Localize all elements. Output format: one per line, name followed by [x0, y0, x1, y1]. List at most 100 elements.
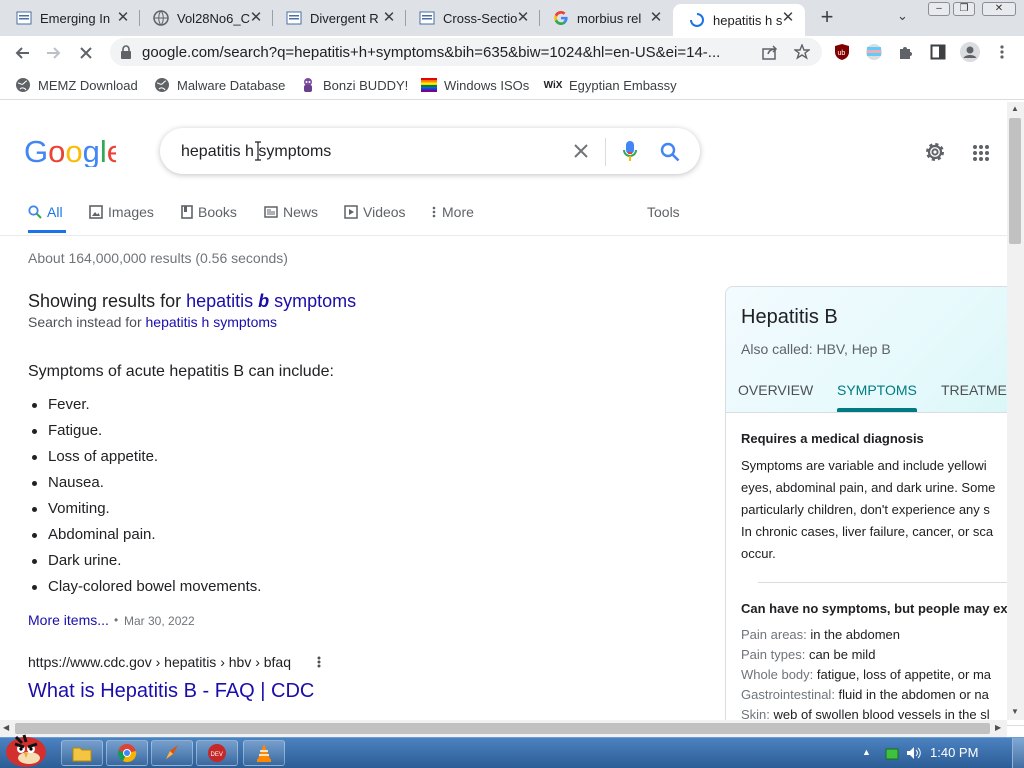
- minimize-button[interactable]: –: [928, 2, 950, 16]
- text-cursor-icon: [254, 141, 262, 161]
- symptom-list-item: Fatigue.: [31, 422, 103, 439]
- bookmark-label: Windows ISOs: [444, 77, 530, 93]
- window-close-button[interactable]: ✕: [982, 2, 1016, 16]
- folder-icon: [72, 747, 92, 762]
- close-icon[interactable]: ✕: [647, 9, 665, 27]
- tab-divergent[interactable]: Divergent R ✕: [270, 4, 406, 32]
- corrected-word1: hepatitis: [186, 291, 259, 311]
- taskbar-clock[interactable]: 1:40 PM: [930, 745, 978, 760]
- taskbar-vlc-button[interactable]: [243, 740, 285, 766]
- tab-books[interactable]: Books: [181, 204, 237, 220]
- tab-videos[interactable]: Videos: [344, 204, 406, 220]
- gorilla-icon: [300, 77, 316, 93]
- close-icon[interactable]: ✕: [114, 9, 132, 27]
- url-text[interactable]: google.com/search?q=hepatitis+h+symptoms…: [142, 44, 747, 61]
- document-icon: [16, 10, 32, 26]
- share-icon[interactable]: [760, 42, 780, 62]
- kp-tab-symptoms[interactable]: SYMPTOMS: [837, 382, 917, 398]
- browser-menu-icon[interactable]: [992, 42, 1012, 62]
- side-panel-icon[interactable]: [928, 42, 948, 62]
- close-icon[interactable]: ✕: [514, 9, 532, 27]
- back-arrow-icon[interactable]: [12, 43, 32, 63]
- extensions-puzzle-icon[interactable]: [896, 42, 916, 62]
- close-icon[interactable]: ✕: [779, 9, 797, 27]
- tab-search-chevron-icon[interactable]: ⌄: [897, 8, 913, 24]
- bookmark-star-icon[interactable]: [792, 42, 812, 62]
- result-title-link[interactable]: What is Hepatitis B - FAQ | CDC: [28, 680, 314, 703]
- more-items-link[interactable]: More items...: [28, 612, 109, 628]
- google-apps-grid-icon[interactable]: [972, 144, 990, 167]
- lock-icon[interactable]: [116, 42, 136, 62]
- forward-arrow-icon[interactable]: [44, 43, 64, 63]
- stop-loading-icon[interactable]: [76, 43, 96, 63]
- corrected-query-link[interactable]: hepatitis b symptoms: [186, 291, 356, 311]
- bookmark-bonzi-buddy[interactable]: Bonzi BUDDY!: [300, 76, 408, 94]
- kp-title: Hepatitis B: [741, 306, 838, 328]
- close-icon[interactable]: ✕: [247, 9, 265, 27]
- battery-icon[interactable]: [885, 747, 899, 765]
- search-instead: Search instead for hepatitis h symptoms: [28, 314, 277, 330]
- google-icon: [553, 10, 569, 26]
- kp-tab-overview[interactable]: OVERVIEW: [738, 382, 813, 398]
- extension-flag-icon[interactable]: [864, 42, 884, 62]
- book-icon: [181, 205, 193, 219]
- tab-news[interactable]: News: [264, 204, 318, 220]
- clear-search-icon[interactable]: [572, 142, 590, 165]
- tab-images[interactable]: Images: [89, 204, 154, 220]
- kp-no-symptoms-heading: Can have no symptoms, but people may ex: [741, 601, 1008, 616]
- new-tab-button[interactable]: +: [816, 6, 838, 28]
- bookmark-egyptian-embassy[interactable]: WiX Egyptian Embassy: [544, 76, 677, 94]
- search-icon[interactable]: [660, 142, 680, 167]
- taskbar-app-button[interactable]: [151, 740, 193, 766]
- show-hidden-icons-arrow[interactable]: ▲: [862, 747, 871, 757]
- tab-vol28[interactable]: Vol28No6_C ✕: [137, 4, 273, 32]
- bookmark-memz[interactable]: MEMZ Download: [15, 76, 138, 94]
- google-logo[interactable]: Google: [24, 134, 124, 172]
- start-button-angry-bird-icon[interactable]: [2, 731, 50, 768]
- tab-all[interactable]: All: [28, 204, 63, 220]
- document-icon: [286, 10, 302, 26]
- settings-gear-icon[interactable]: [924, 141, 946, 168]
- result-cite-url[interactable]: https://www.cdc.gov › hepatitis › hbv › …: [28, 654, 291, 670]
- microphone-icon[interactable]: [622, 140, 638, 167]
- tools-label: Tools: [647, 204, 680, 220]
- taskbar-devcpp-button[interactable]: DEV: [196, 740, 238, 766]
- dev-cpp-icon: DEV: [208, 744, 226, 762]
- globe-icon: [15, 77, 31, 93]
- tab-cross-sectional[interactable]: Cross-Sectio ✕: [403, 4, 540, 32]
- scroll-down-arrow-icon[interactable]: ▼: [1011, 707, 1019, 716]
- kp-detail-row: Pain areas: in the abdomen: [741, 627, 900, 642]
- kp-detail-row: Gastrointestinal: fluid in the abdomen o…: [741, 687, 989, 702]
- horizontal-scroll-thumb[interactable]: [15, 723, 990, 734]
- tab-label: Videos: [363, 204, 406, 220]
- kp-also-called: Also called: HBV, Hep B: [741, 341, 891, 357]
- knowledge-panel: Hepatitis B Also called: HBV, Hep B OVER…: [725, 286, 1024, 726]
- taskbar-explorer-button[interactable]: [61, 740, 103, 766]
- tab-hepatitis-active[interactable]: hepatitis h s ✕: [673, 4, 805, 36]
- profile-avatar-icon[interactable]: [960, 42, 980, 62]
- tools-button[interactable]: Tools: [647, 204, 680, 220]
- tab-morbius[interactable]: morbius rel ✕: [537, 4, 673, 32]
- corrected-word2: b: [258, 291, 270, 311]
- globe-icon: [154, 77, 170, 93]
- scroll-up-arrow-icon[interactable]: ▲: [1011, 104, 1019, 113]
- rainbow-flag-icon: [421, 77, 437, 93]
- show-desktop-button[interactable]: [1012, 738, 1024, 768]
- ublock-origin-icon[interactable]: ub: [832, 42, 852, 62]
- scroll-right-arrow-icon[interactable]: ▶: [995, 723, 1001, 732]
- bookmark-windows-isos[interactable]: Windows ISOs: [421, 76, 529, 94]
- bookmark-malware-database[interactable]: Malware Database: [154, 76, 285, 94]
- volume-speaker-icon[interactable]: [906, 746, 922, 765]
- close-icon[interactable]: ✕: [380, 9, 398, 27]
- tab-emerging[interactable]: Emerging In ✕: [0, 4, 140, 32]
- kp-detail-label: Pain areas:: [741, 627, 807, 642]
- showing-prefix: Showing results for: [28, 291, 187, 311]
- more-options-icon[interactable]: [316, 655, 322, 674]
- instead-prefix: Search instead for: [28, 314, 146, 330]
- taskbar-chrome-button[interactable]: [106, 740, 148, 766]
- original-query-link[interactable]: hepatitis h symptoms: [146, 314, 278, 330]
- kp-tab-treatments[interactable]: TREATME: [941, 382, 1007, 398]
- tab-more[interactable]: More: [431, 204, 474, 220]
- restore-button[interactable]: ❐: [953, 2, 975, 16]
- vertical-scroll-thumb[interactable]: [1009, 118, 1021, 244]
